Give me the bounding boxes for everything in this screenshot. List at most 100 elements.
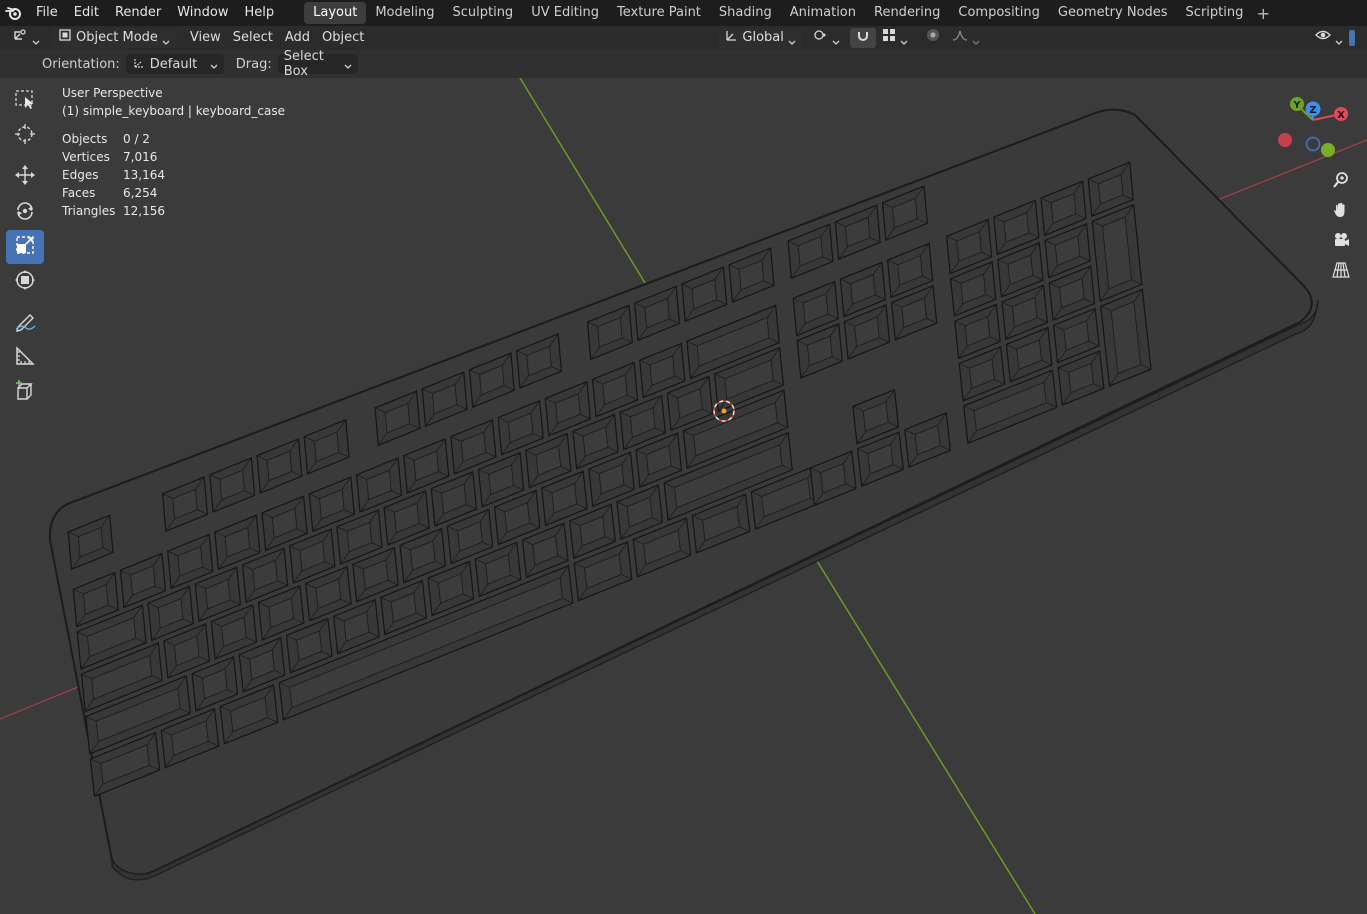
stat-row-edges: Edges 13,164 — [62, 166, 285, 184]
tool-annotate[interactable] — [6, 306, 44, 340]
navigation-gizmo[interactable]: X Y Z — [1270, 92, 1350, 164]
stat-row-triangles: Triangles 12,156 — [62, 202, 285, 220]
object-mode-icon — [58, 28, 72, 49]
tab-scripting[interactable]: Scripting — [1177, 2, 1253, 24]
pivot-point-dropdown[interactable] — [806, 28, 846, 48]
chevron-down-icon — [344, 60, 352, 69]
transform-orientation-dropdown[interactable]: Global — [718, 28, 802, 49]
orientation-value: Default — [149, 56, 198, 72]
pan-button[interactable] — [1327, 198, 1355, 226]
chevron-down-icon — [788, 34, 796, 45]
falloff-curve-icon — [952, 28, 968, 49]
workspace-tabs: Layout Modeling Sculpting UV Editing Tex… — [304, 0, 1274, 26]
tab-animation[interactable]: Animation — [781, 2, 865, 24]
chevron-down-icon — [162, 34, 170, 45]
object-mode-label: Object Mode — [76, 30, 158, 45]
select-box-icon — [14, 88, 36, 114]
z-axis-label: Z — [1309, 105, 1316, 116]
tab-rendering[interactable]: Rendering — [865, 2, 949, 24]
visibility-dropdown[interactable] — [1309, 28, 1361, 48]
stat-row-faces: Faces 6,254 — [62, 184, 285, 202]
snap-target-dropdown[interactable] — [876, 28, 914, 48]
chevron-down-icon — [32, 34, 40, 45]
tool-select-box[interactable] — [6, 84, 44, 118]
object-mode-dropdown[interactable]: Object Mode — [52, 28, 176, 48]
stat-key: Faces — [62, 186, 96, 200]
x-axis-line — [0, 686, 79, 720]
stat-value: 12,156 — [123, 204, 165, 218]
menu-window[interactable]: Window — [169, 0, 236, 26]
orientation-icon — [724, 28, 738, 49]
camera-view-button[interactable] — [1327, 228, 1355, 256]
chevron-down-icon — [210, 60, 218, 69]
neg-x-axis-icon[interactable] — [1278, 133, 1292, 147]
neg-z-axis-icon[interactable] — [1305, 136, 1321, 152]
viewport-editor-icon — [12, 28, 28, 49]
menu-file[interactable]: File — [28, 0, 66, 26]
measure-icon — [14, 345, 36, 371]
annotate-icon — [14, 310, 36, 336]
tab-layout[interactable]: Layout — [304, 2, 367, 24]
tool-rotate[interactable] — [6, 195, 44, 229]
transform-icon — [14, 269, 36, 295]
proportional-editing-toggle[interactable] — [920, 28, 946, 48]
add-workspace-button[interactable]: + — [1252, 4, 1274, 23]
tab-geometry-nodes[interactable]: Geometry Nodes — [1049, 2, 1177, 24]
tool-move[interactable] — [6, 160, 44, 194]
zoom-icon — [1332, 171, 1350, 193]
menu-view[interactable]: View — [184, 28, 227, 48]
scale-icon — [14, 234, 36, 260]
menu-render[interactable]: Render — [107, 0, 169, 26]
stat-row-objects: Objects 0 / 2 — [62, 130, 285, 148]
chevron-down-icon — [900, 34, 908, 45]
menu-object[interactable]: Object — [316, 28, 370, 48]
zoom-button[interactable] — [1327, 168, 1355, 196]
proportional-falloff-dropdown[interactable] — [946, 28, 986, 48]
snap-toggle[interactable] — [849, 28, 876, 49]
eye-icon — [1315, 28, 1331, 49]
chevron-down-icon — [1335, 34, 1343, 45]
active-object-info: (1) simple_keyboard | keyboard_case — [62, 104, 285, 118]
overlay-toggle-icon[interactable] — [1349, 30, 1355, 46]
tool-cursor[interactable] — [6, 119, 44, 153]
menu-select[interactable]: Select — [227, 28, 279, 48]
proportional-icon — [926, 28, 940, 49]
menu-edit[interactable]: Edit — [66, 0, 107, 26]
orientation-dropdown[interactable]: Default — [125, 54, 224, 74]
navigation-buttons — [1327, 168, 1355, 288]
viewport-overlay-info: User Perspective (1) simple_keyboard | k… — [62, 84, 285, 220]
tool-add-cube[interactable] — [6, 376, 44, 410]
perspective-toggle-button[interactable] — [1327, 258, 1355, 286]
orientation-label: Orientation: — [42, 56, 120, 72]
grid-perspective-icon — [1332, 261, 1350, 283]
tool-scale[interactable] — [6, 230, 44, 264]
tab-uv-editing[interactable]: UV Editing — [522, 2, 608, 24]
tab-texture-paint[interactable]: Texture Paint — [608, 2, 710, 24]
menu-add[interactable]: Add — [279, 28, 316, 48]
chevron-down-icon — [832, 34, 840, 45]
tab-shading[interactable]: Shading — [710, 2, 781, 24]
menu-help[interactable]: Help — [237, 0, 283, 26]
chevron-down-icon — [972, 34, 980, 45]
y-axis-line — [519, 78, 646, 284]
tool-measure[interactable] — [6, 341, 44, 375]
editor-type-button[interactable] — [6, 28, 46, 48]
tab-modeling[interactable]: Modeling — [366, 2, 443, 24]
transform-orientation-label: Global — [742, 30, 784, 45]
drag-label: Drag: — [235, 56, 272, 72]
stat-key: Objects — [62, 132, 108, 146]
tool-transform[interactable] — [6, 265, 44, 299]
cursor-icon — [14, 123, 36, 149]
add-cube-icon — [14, 380, 36, 406]
drag-dropdown[interactable]: Select Box — [277, 49, 358, 79]
tab-sculpting[interactable]: Sculpting — [443, 2, 522, 24]
blender-logo-icon[interactable] — [0, 0, 28, 26]
snap-magnet-icon — [856, 28, 870, 49]
snap-grid-icon — [882, 28, 896, 49]
drag-value: Select Box — [283, 49, 324, 79]
tab-compositing[interactable]: Compositing — [949, 2, 1049, 24]
scene-statistics: Objects 0 / 2 Vertices 7,016 Edges 13,164 F… — [62, 130, 285, 220]
neg-y-axis-icon[interactable] — [1321, 143, 1335, 157]
camera-icon — [1332, 231, 1350, 253]
viewport-header: Object Mode View Select Add Object Globa… — [0, 26, 1367, 50]
